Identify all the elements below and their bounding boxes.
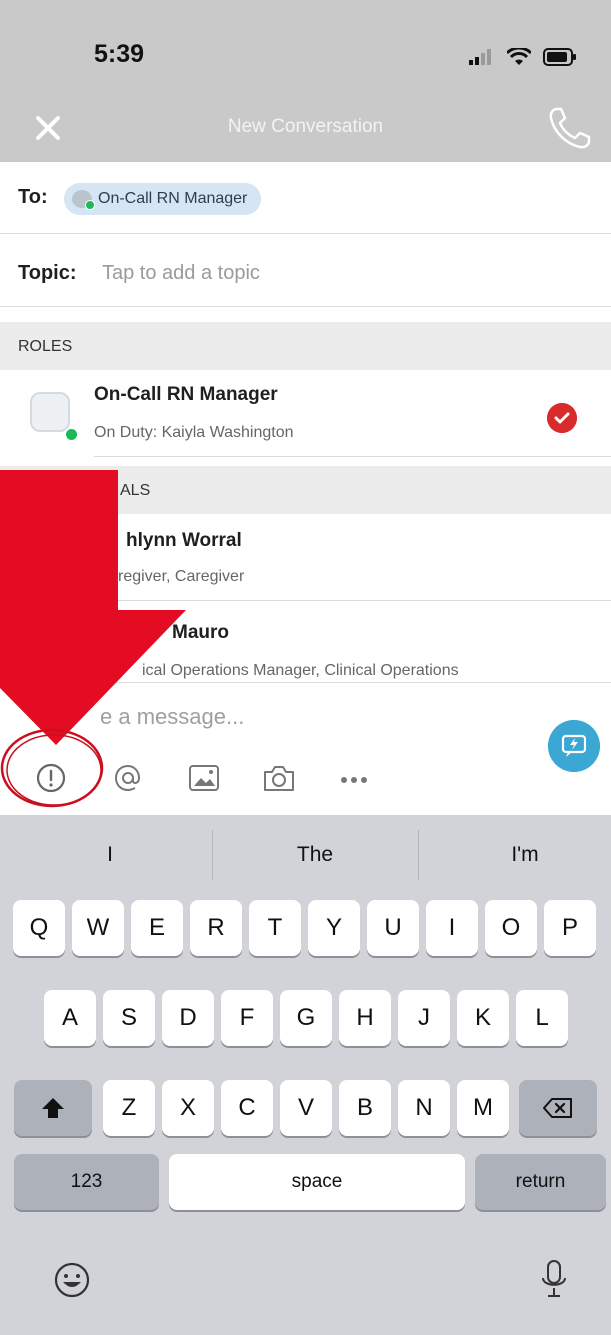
role-name[interactable]: On-Call RN Manager bbox=[94, 384, 278, 406]
microphone-icon[interactable] bbox=[538, 1258, 570, 1302]
priority-icon[interactable] bbox=[31, 760, 71, 796]
backspace-icon bbox=[543, 1098, 572, 1118]
individual-title: ical Operations Manager, Clinical Operat… bbox=[142, 662, 459, 679]
key[interactable]: S bbox=[103, 990, 155, 1046]
delete-key[interactable] bbox=[519, 1080, 597, 1136]
key[interactable]: W bbox=[72, 900, 124, 956]
more-icon[interactable] bbox=[334, 760, 374, 796]
status-time: 5:39 bbox=[94, 40, 145, 68]
section-header-individuals bbox=[0, 466, 611, 514]
key[interactable]: Q bbox=[13, 900, 65, 956]
role-badge-icon bbox=[30, 392, 70, 432]
divider bbox=[94, 600, 611, 601]
suggestion[interactable]: I'm bbox=[470, 843, 580, 867]
key[interactable]: I bbox=[426, 900, 478, 956]
section-header-roles bbox=[0, 322, 611, 370]
key[interactable]: N bbox=[398, 1080, 450, 1136]
mention-icon[interactable] bbox=[108, 760, 148, 796]
signal-icon bbox=[469, 49, 491, 65]
key[interactable]: P bbox=[544, 900, 596, 956]
key[interactable]: Z bbox=[103, 1080, 155, 1136]
role-duty: On Duty: Kaiyla Washington bbox=[94, 424, 294, 441]
emoji-icon[interactable] bbox=[52, 1260, 92, 1300]
topic-input[interactable]: Tap to add a topic bbox=[102, 262, 260, 285]
divider bbox=[0, 306, 611, 307]
online-dot bbox=[85, 200, 95, 210]
key[interactable]: A bbox=[44, 990, 96, 1046]
camera-icon[interactable] bbox=[259, 760, 299, 796]
key[interactable]: J bbox=[398, 990, 450, 1046]
to-label: To: bbox=[18, 186, 48, 208]
key[interactable]: E bbox=[131, 900, 183, 956]
recipient-chip[interactable]: On-Call RN Manager bbox=[64, 183, 262, 215]
key[interactable]: F bbox=[221, 990, 273, 1046]
key[interactable]: G bbox=[280, 990, 332, 1046]
online-dot bbox=[64, 427, 79, 442]
key[interactable]: V bbox=[280, 1080, 332, 1136]
key[interactable]: C bbox=[221, 1080, 273, 1136]
key[interactable]: R bbox=[190, 900, 242, 956]
phone-icon[interactable] bbox=[545, 103, 595, 153]
individual-name[interactable]: hlynn Worral bbox=[126, 530, 242, 552]
return-key[interactable]: return bbox=[475, 1154, 606, 1210]
key[interactable]: T bbox=[249, 900, 301, 956]
numbers-key[interactable]: 123 bbox=[14, 1154, 159, 1210]
key[interactable]: X bbox=[162, 1080, 214, 1136]
key[interactable]: L bbox=[516, 990, 568, 1046]
divider bbox=[0, 233, 611, 234]
annotation-arrow-overlay bbox=[0, 470, 186, 808]
key[interactable]: O bbox=[485, 900, 537, 956]
nav-title: New Conversation bbox=[227, 116, 384, 137]
space-key[interactable]: space bbox=[169, 1154, 465, 1210]
battery-icon bbox=[543, 48, 576, 66]
section-roles-label: ROLES bbox=[18, 338, 73, 355]
image-icon[interactable] bbox=[184, 760, 224, 796]
individual-title: regiver, Caregiver bbox=[118, 568, 245, 585]
divider bbox=[212, 830, 213, 880]
key[interactable]: B bbox=[339, 1080, 391, 1136]
divider bbox=[418, 830, 419, 880]
key[interactable]: M bbox=[457, 1080, 509, 1136]
key[interactable]: H bbox=[339, 990, 391, 1046]
suggestion[interactable]: I bbox=[60, 843, 160, 867]
suggestion[interactable]: The bbox=[255, 843, 375, 867]
topic-label: Topic: bbox=[18, 262, 77, 284]
key[interactable]: D bbox=[162, 990, 214, 1046]
section-individuals-label: ALS bbox=[120, 482, 151, 499]
key[interactable]: U bbox=[367, 900, 419, 956]
divider bbox=[0, 682, 611, 683]
keyboard bbox=[0, 815, 611, 1335]
recipient-chip-label: On-Call RN Manager bbox=[98, 190, 248, 207]
role-badge-icon bbox=[72, 190, 95, 210]
message-input[interactable]: e a message... bbox=[100, 704, 244, 730]
wifi-icon bbox=[507, 48, 531, 65]
key[interactable]: K bbox=[457, 990, 509, 1046]
shift-icon bbox=[42, 1098, 64, 1118]
quick-reply-button[interactable] bbox=[548, 720, 600, 772]
status-icons bbox=[469, 46, 577, 68]
checkmark-icon[interactable] bbox=[547, 403, 577, 433]
divider bbox=[94, 456, 611, 457]
individual-name[interactable]: Mauro bbox=[172, 622, 229, 644]
key[interactable]: Y bbox=[308, 900, 360, 956]
shift-key[interactable] bbox=[14, 1080, 92, 1136]
